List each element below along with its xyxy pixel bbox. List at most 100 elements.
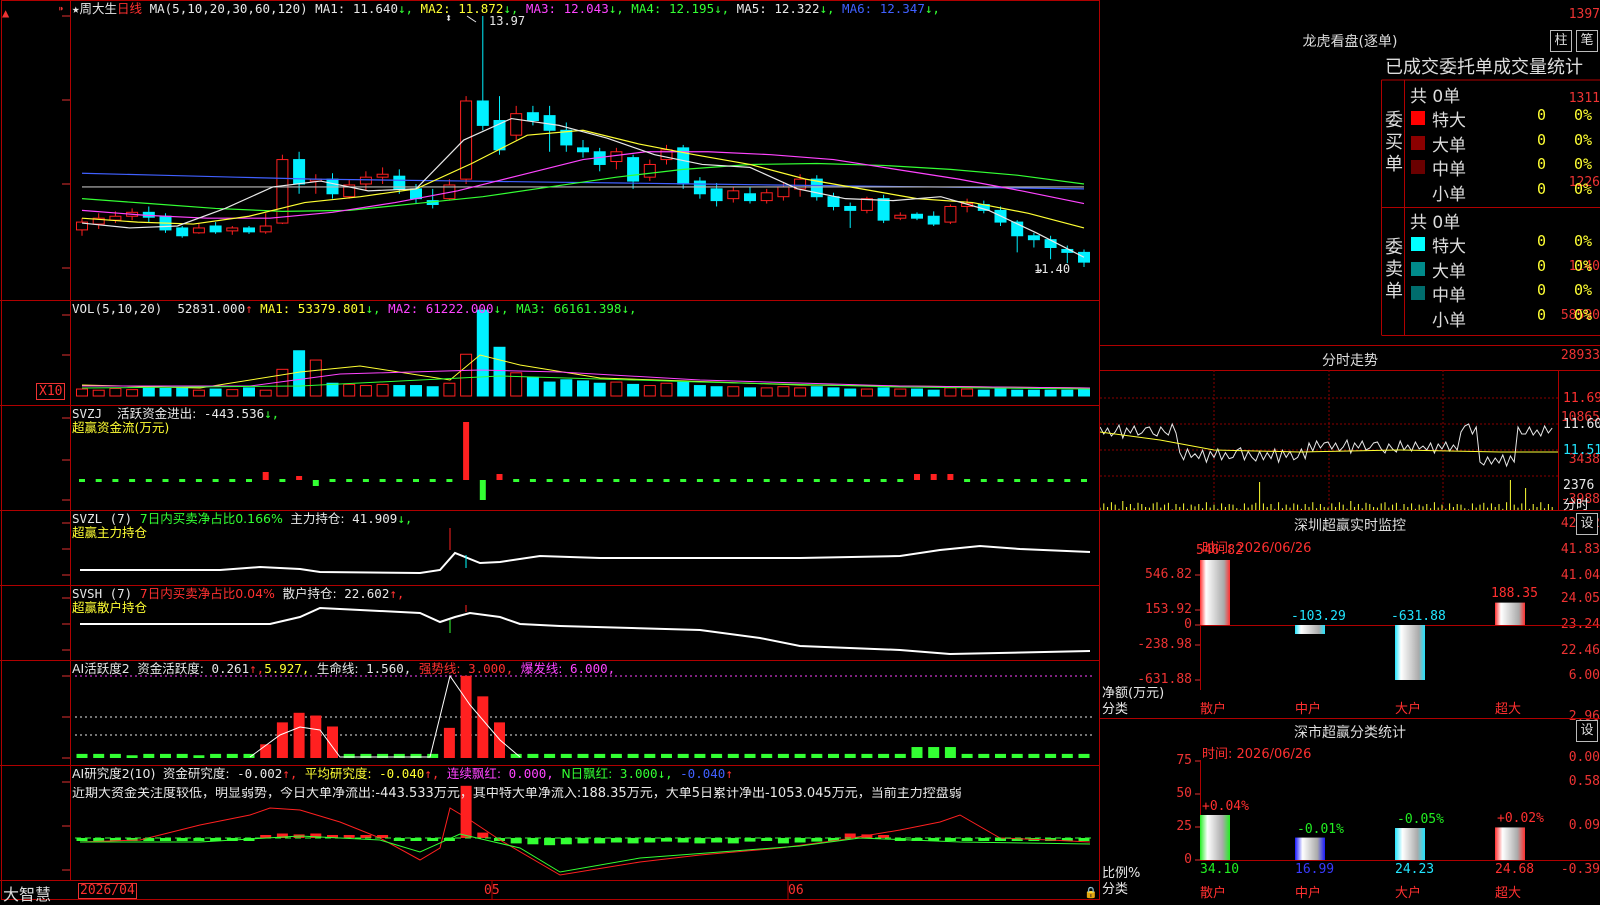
sell-label: 大单 xyxy=(1432,261,1466,282)
period-label[interactable]: 日线 xyxy=(117,1,142,16)
ai-res-v1-arrow: ↑, xyxy=(282,766,298,781)
activity-bar xyxy=(694,753,706,758)
volume-bar xyxy=(109,387,122,397)
svzj-tick xyxy=(195,479,202,482)
ma4-value: 12.195 xyxy=(668,1,715,16)
svsh-label[interactable]: SVSH (7) xyxy=(72,586,132,601)
research-bar xyxy=(610,838,622,843)
candle-body xyxy=(877,198,890,221)
activity-bar xyxy=(1011,753,1023,758)
sell-label: 小单 xyxy=(1432,310,1466,331)
volume-bar xyxy=(1078,388,1090,397)
svzj-tick xyxy=(797,479,804,482)
sell-swatch xyxy=(1411,261,1425,276)
candle-body xyxy=(176,227,189,237)
sell-row: 中单 0 0% xyxy=(1404,281,1600,306)
svzl-label[interactable]: SVZL (7) xyxy=(72,511,132,526)
vol-ma2-value: 61222.000 xyxy=(425,301,494,316)
activity-bar xyxy=(510,753,522,758)
svzj-label[interactable]: SVZJ xyxy=(72,406,102,421)
svzl-line xyxy=(80,528,1091,575)
flag-icon[interactable]: ⁍ xyxy=(58,2,64,16)
svzj-tick xyxy=(747,479,753,482)
activity-bar xyxy=(828,753,839,758)
ai-res-label[interactable]: AI研究度2(10) xyxy=(72,766,155,781)
svzj-tick xyxy=(446,479,453,482)
brand-label[interactable]: 大智慧 xyxy=(3,881,51,905)
ai-act-t5: 爆发线: xyxy=(520,661,563,676)
candle-body xyxy=(226,227,239,232)
volume-bar xyxy=(894,388,907,397)
ma5-label: MA5: xyxy=(729,1,775,16)
sell-label: 特大 xyxy=(1432,237,1466,257)
svsh-line xyxy=(80,605,1091,656)
activity-bar xyxy=(661,753,672,758)
volume-bar xyxy=(944,387,957,397)
ai-res-t2: 平均研究度: xyxy=(304,766,372,781)
ai-res-t1: 资金研究度: xyxy=(162,766,230,781)
svzj-tick xyxy=(413,479,419,482)
volume-bar xyxy=(994,388,1007,397)
svzj-bar xyxy=(479,480,486,500)
sz-monitor-title: 深圳超赢实时监控 xyxy=(1294,518,1406,534)
svzj-tick xyxy=(145,479,152,482)
candle-body xyxy=(476,100,489,126)
column-view-button[interactable]: 柱 xyxy=(1550,30,1572,52)
sell-count: 0 xyxy=(1537,232,1547,250)
ma-params: MA(5,10,20,30,60,120) xyxy=(149,1,308,16)
svzj-subtitle: 超赢资金流(万元) xyxy=(72,420,170,435)
svzj-arrow: ↓, xyxy=(264,406,280,421)
ai-act-label[interactable]: AI活跃度2 xyxy=(72,661,130,676)
tick-view-button[interactable]: 笔 xyxy=(1576,30,1598,52)
ai-res-v4: 3.000 xyxy=(619,766,658,781)
svzj-tick xyxy=(1081,479,1087,482)
research-bar xyxy=(711,838,723,843)
volume-bar xyxy=(627,383,640,397)
vol-label[interactable]: VOL(5,10,20) xyxy=(72,301,162,316)
vol-unit-button[interactable]: X10 xyxy=(36,383,66,400)
candle-body xyxy=(1027,235,1040,241)
svzl-line-path xyxy=(80,544,1091,575)
sz-class-settings-button[interactable]: 设 xyxy=(1576,720,1598,742)
svzj-bar xyxy=(262,472,269,480)
sz-monitor-settings-button[interactable]: 设 xyxy=(1576,513,1598,535)
svzj-tick xyxy=(563,479,570,482)
lock-icon: 🔒 xyxy=(1084,886,1098,899)
ai-res-v5: -0.040 xyxy=(680,766,726,781)
ai-res-v2-arrow: ↑, xyxy=(424,766,440,781)
scroll-up-icon[interactable]: ▲ xyxy=(2,6,9,20)
ma1-arrow: ↓, xyxy=(397,1,414,16)
candle-body xyxy=(359,176,372,185)
volume-bar xyxy=(543,381,556,397)
volume-bar xyxy=(1044,389,1057,397)
ai-res-v5-arrow: ↑ xyxy=(725,766,733,781)
low-price-label: 11.40 xyxy=(1034,262,1071,276)
sz-monitor-bars xyxy=(1200,560,1525,680)
monitor-value-0: 546.82 xyxy=(1196,543,1243,558)
vol-ma-values: MA1: 53379.801↓, MA2: 61222.000↓, MA3: 6… xyxy=(253,301,636,316)
svzj-bar xyxy=(296,476,303,480)
ai-act-v3: 1.560, xyxy=(366,661,412,676)
svzj-tick xyxy=(1030,479,1037,482)
svzl-value: 41.909 xyxy=(352,511,398,526)
star-icon[interactable]: ★ xyxy=(72,1,80,16)
ai-act-v1-arrow: ↑, xyxy=(249,661,265,676)
sell-count: 0 xyxy=(1537,256,1547,275)
volume-bar xyxy=(610,381,623,397)
buy-row: 大单 0 0% xyxy=(1404,131,1600,156)
buy-swatch xyxy=(1411,111,1425,125)
candle-body xyxy=(243,227,255,233)
svzj-tick xyxy=(246,479,252,482)
candle-body xyxy=(860,198,873,211)
activity-bar xyxy=(844,753,856,758)
activity-bar xyxy=(811,753,823,758)
class-bar-3 xyxy=(1495,827,1525,860)
activity-bar xyxy=(677,753,689,758)
candle-body xyxy=(944,205,957,223)
svsh-text1: 7日内买卖净占比0.04% xyxy=(139,586,275,601)
sell-row: 小单 0 0% xyxy=(1404,306,1600,331)
buy-label: 中单 xyxy=(1432,160,1466,180)
order-stats-title: 已成交委托单成交量统计 xyxy=(1385,57,1583,78)
candle-body xyxy=(643,163,656,178)
stock-name[interactable]: 周大生 xyxy=(80,1,118,16)
